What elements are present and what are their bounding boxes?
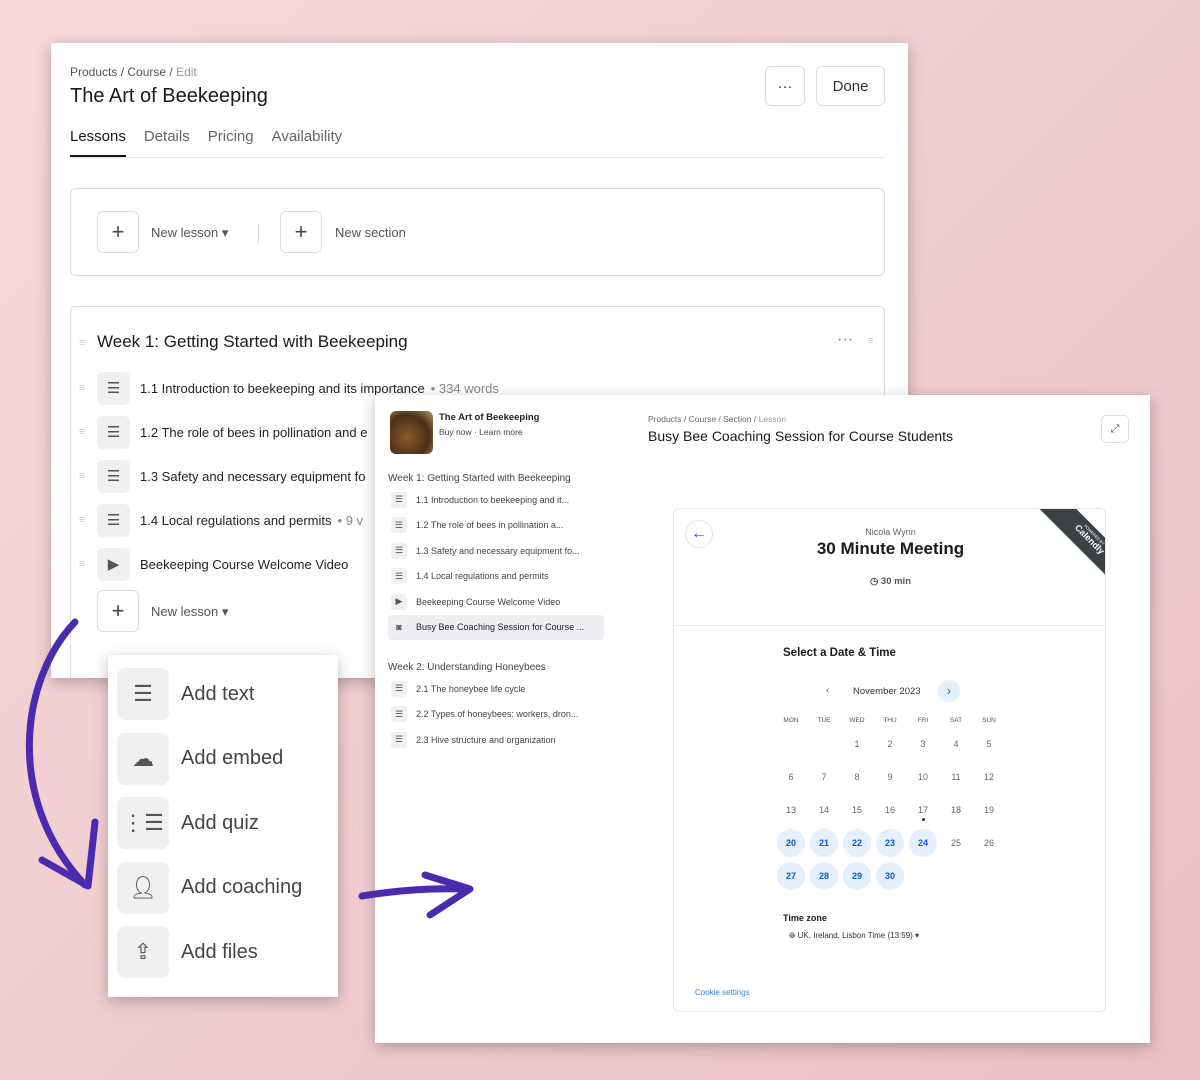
right-arrow-head bbox=[421, 871, 474, 919]
right-arrow bbox=[358, 885, 472, 900]
curved-arrow bbox=[25, 618, 89, 889]
arrows-overlay bbox=[25, 618, 474, 919]
